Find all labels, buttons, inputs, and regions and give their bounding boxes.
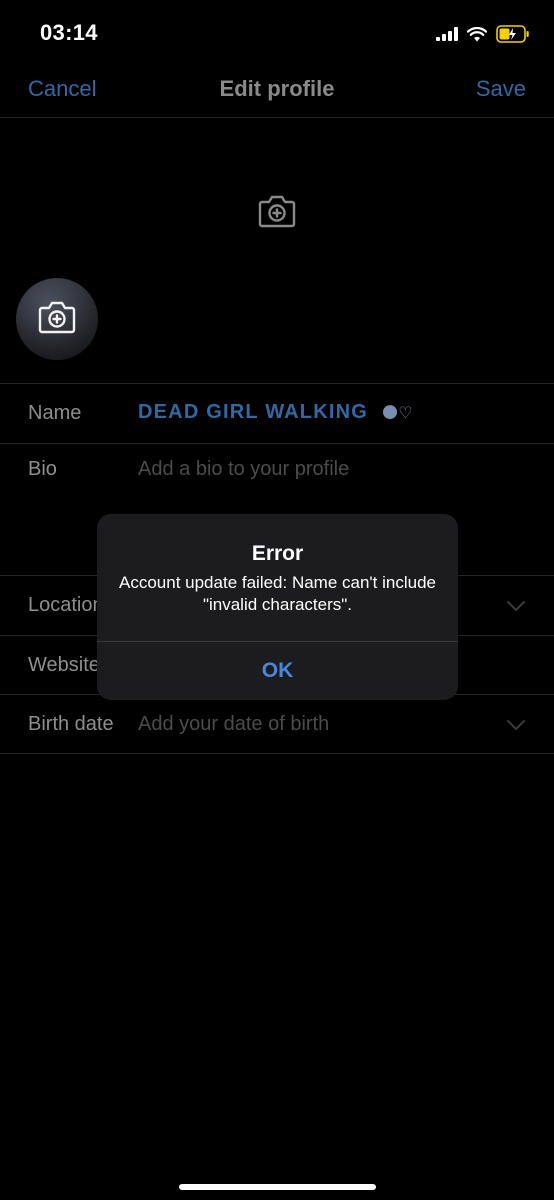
alert-message: Account update failed: Name can't includ… (119, 573, 436, 614)
alert-title: Error (251, 542, 304, 565)
error-alert: Error Account update failed: Name can't … (97, 514, 458, 700)
edit-profile-screen: 03:14 Cancel Edit profile Save Name DEAD… (0, 0, 554, 1200)
ok-button[interactable]: OK (97, 642, 458, 700)
home-indicator[interactable] (179, 1184, 376, 1190)
